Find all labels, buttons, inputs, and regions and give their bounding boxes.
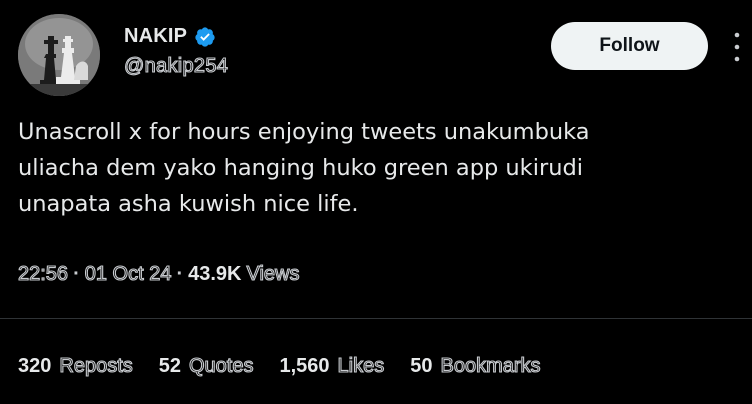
tweet-time[interactable]: 22:56 bbox=[17, 262, 68, 286]
quotes-count: 52 bbox=[158, 355, 181, 377]
tweet-text-line: uliacha dem yako hanging huko green app … bbox=[18, 155, 583, 181]
reposts-stat[interactable]: 320 Reposts bbox=[18, 354, 133, 378]
quotes-stat[interactable]: 52 Quotes bbox=[158, 354, 254, 378]
tweet-text-line: Unascroll x for hours enjoying tweets un… bbox=[18, 119, 590, 145]
author-handle[interactable]: @nakip254 bbox=[123, 54, 228, 78]
divider bbox=[0, 318, 752, 319]
reposts-label: Reposts bbox=[59, 354, 133, 377]
meta-separator: · bbox=[73, 263, 80, 285]
bookmarks-stat[interactable]: 50 Bookmarks bbox=[410, 354, 541, 378]
tweet-date[interactable]: 01 Oct 24 bbox=[84, 262, 172, 286]
quotes-label: Quotes bbox=[188, 354, 254, 377]
tweet-meta: 22:56 · 01 Oct 24 · 43.9K Views bbox=[17, 262, 300, 286]
bookmarks-label: Bookmarks bbox=[440, 354, 541, 377]
verified-badge-icon bbox=[195, 26, 215, 47]
reposts-count: 320 bbox=[18, 355, 52, 377]
meta-separator: · bbox=[176, 263, 184, 285]
chess-pieces-avatar-image bbox=[18, 14, 100, 96]
avatar[interactable] bbox=[18, 14, 100, 96]
likes-stat[interactable]: 1,560 Likes bbox=[279, 354, 385, 378]
bookmarks-count: 50 bbox=[410, 355, 433, 377]
author-name-row: NAKIP bbox=[124, 25, 216, 48]
author-display-name[interactable]: NAKIP bbox=[124, 25, 187, 48]
tweet-text: Unascroll x for hours enjoying tweets un… bbox=[18, 114, 728, 222]
likes-label: Likes bbox=[337, 354, 385, 377]
likes-count: 1,560 bbox=[279, 355, 330, 377]
views-label: Views bbox=[246, 262, 300, 285]
views-count: 43.9K bbox=[188, 263, 242, 285]
follow-button[interactable]: Follow bbox=[551, 22, 708, 70]
tweet-card: NAKIP @nakip254 Follow Unascroll x for h… bbox=[0, 0, 752, 404]
more-vertical-icon[interactable] bbox=[732, 30, 742, 64]
engagement-stats: 320 Reposts 52 Quotes 1,560 Likes 50 Boo… bbox=[18, 354, 567, 378]
tweet-text-line: unapata asha kuwish nice life. bbox=[18, 191, 359, 217]
